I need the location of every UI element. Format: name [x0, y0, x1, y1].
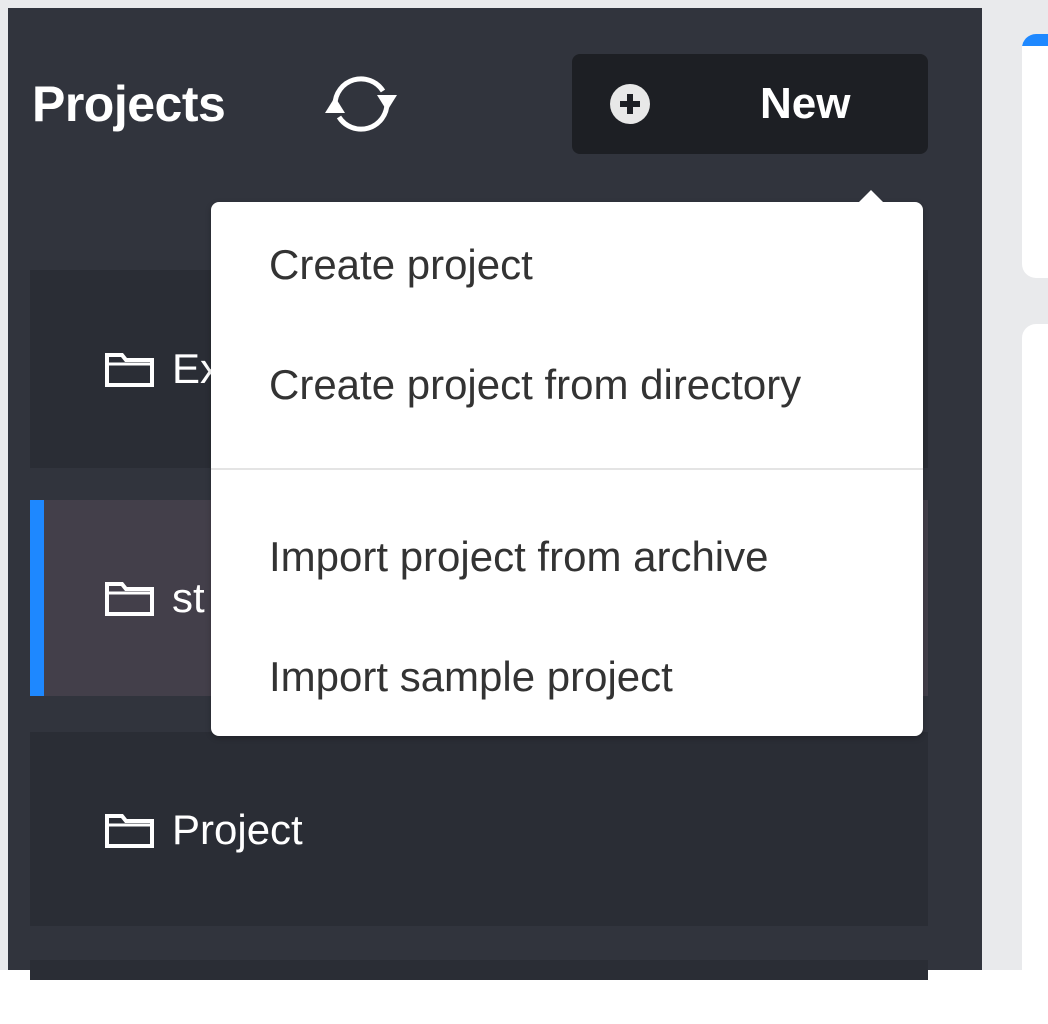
plus-circle-icon — [610, 84, 650, 124]
menu-item-create-from-directory[interactable]: Create project from directory — [211, 330, 923, 440]
project-name: Project — [172, 806, 303, 853]
project-name: st — [172, 574, 205, 621]
page-title: Projects — [32, 76, 226, 132]
content-card — [1022, 34, 1048, 278]
menu-item-import-archive[interactable]: Import project from archive — [211, 502, 923, 612]
folder-icon — [105, 353, 154, 387]
project-row[interactable] — [30, 960, 928, 980]
new-button-label: New — [760, 79, 851, 128]
folder-icon — [105, 582, 154, 616]
menu-caret — [859, 190, 883, 202]
refresh-icon — [325, 76, 397, 132]
content-panel — [1022, 324, 1048, 1024]
project-row[interactable]: Project — [30, 732, 928, 926]
folder-icon — [105, 814, 154, 848]
refresh-button[interactable] — [320, 68, 402, 140]
app-window: Projects New Ex st Project Create projec… — [0, 0, 1048, 1024]
new-button[interactable]: New — [572, 54, 928, 154]
new-dropdown-menu: Create project Create project from direc… — [211, 190, 923, 736]
menu-item-import-sample[interactable]: Import sample project — [211, 622, 923, 732]
card-accent-bar — [1022, 34, 1048, 46]
menu-divider — [211, 468, 923, 470]
menu-item-create-project[interactable]: Create project — [211, 210, 923, 320]
selection-indicator — [30, 500, 44, 696]
